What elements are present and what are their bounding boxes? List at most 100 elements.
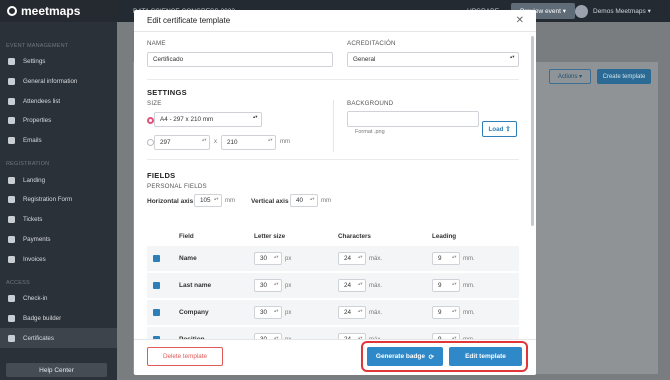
- sidebar-item-check-in[interactable]: Check-in: [0, 289, 117, 309]
- letter-size-input[interactable]: 30: [254, 252, 282, 265]
- custom-height-input[interactable]: 210: [221, 135, 276, 150]
- scrollbar[interactable]: [531, 36, 534, 226]
- field-name: Last name: [179, 282, 212, 289]
- field-checkbox[interactable]: [153, 309, 160, 316]
- sidebar-item-label: Check-in: [23, 295, 48, 303]
- actions-label: Actions: [557, 73, 578, 80]
- divider: [147, 159, 519, 160]
- edit-certificate-modal: Edit certificate template ✕ NAME Certifi…: [134, 10, 536, 375]
- max-unit: máx.: [369, 283, 383, 289]
- avatar: [575, 4, 588, 18]
- sidebar-item-properties[interactable]: Properties: [0, 111, 117, 131]
- vertical-divider: [333, 100, 334, 152]
- list-icon: [8, 117, 15, 125]
- sidebar-item-payments[interactable]: Payments: [0, 230, 117, 250]
- section-registration: REGISTRATION: [6, 161, 50, 168]
- create-template-button[interactable]: Create template: [597, 69, 651, 84]
- px-unit: px: [285, 256, 292, 262]
- horizontal-axis-input[interactable]: 105: [194, 194, 222, 207]
- modal-header: Edit certificate template ✕: [134, 10, 536, 32]
- info-icon: [8, 78, 15, 86]
- badge-icon: [8, 314, 15, 322]
- background-file-input[interactable]: [347, 111, 479, 127]
- letter-size-input[interactable]: 30: [254, 279, 282, 292]
- column-header-letter-size: Letter size: [254, 233, 286, 240]
- table-row: Name 30 px 24 máx. 9 mm.: [147, 246, 519, 271]
- letter-size-input[interactable]: 30: [254, 306, 282, 319]
- sidebar-item-label: Invoices: [23, 255, 46, 263]
- field-name: Name: [179, 255, 197, 262]
- vertical-axis-input[interactable]: 40: [290, 194, 318, 207]
- delete-template-button[interactable]: Delete template: [147, 347, 223, 366]
- sidebar-item-label: Landing: [23, 176, 46, 184]
- settings-title: SETTINGS: [147, 88, 187, 97]
- sidebar-item-settings[interactable]: Settings: [0, 52, 117, 72]
- sidebar-item-label: General information: [23, 78, 78, 86]
- user-name: Demos Meetmaps: [593, 7, 646, 15]
- characters-input[interactable]: 24: [338, 306, 366, 319]
- leading-input[interactable]: 9: [432, 306, 460, 319]
- sidebar-item-label: Registration Form: [23, 196, 73, 204]
- chevron-down-icon: ▾: [579, 74, 583, 80]
- sidebar-item-certificates[interactable]: Certificates: [0, 328, 117, 348]
- sidebar-item-badge-builder[interactable]: Badge builder: [0, 309, 117, 329]
- divider: [147, 79, 519, 80]
- sidebar-item-label: Settings: [23, 58, 46, 66]
- sidebar-item-attendees-list[interactable]: Attendees list: [0, 91, 117, 111]
- help-center-button[interactable]: Help Center: [6, 363, 107, 377]
- field-checkbox[interactable]: [153, 282, 160, 289]
- sidebar-item-tickets[interactable]: Tickets: [0, 210, 117, 230]
- sidebar-item-registration-form[interactable]: Registration Form: [0, 190, 117, 210]
- mm-unit: mm: [321, 198, 331, 204]
- upload-icon: ⇪: [505, 125, 511, 133]
- name-input[interactable]: Certificado: [147, 52, 333, 67]
- refresh-icon: ⟳: [428, 353, 435, 361]
- load-label: Load: [488, 125, 504, 133]
- logo-icon: [7, 6, 17, 16]
- chevron-down-icon: ▾: [562, 8, 566, 15]
- column-header-characters: Characters: [338, 233, 371, 240]
- custom-unit-label: mm: [280, 139, 290, 145]
- fields-title: FIELDS: [147, 171, 176, 180]
- accreditation-select[interactable]: General: [347, 52, 519, 67]
- brand-logo[interactable]: meetmaps: [0, 0, 117, 22]
- chevron-down-icon: ▾: [647, 8, 651, 15]
- custom-width-input[interactable]: 297: [154, 135, 210, 150]
- leading-input[interactable]: 9: [432, 252, 460, 265]
- sidebar-item-general-information[interactable]: General information: [0, 72, 117, 92]
- sidebar-item-emails[interactable]: Emails: [0, 131, 117, 151]
- size-preset-radio[interactable]: [147, 117, 154, 124]
- size-preset-select[interactable]: A4 - 297 x 210 mm: [154, 112, 262, 127]
- mm-unit: mm.: [463, 283, 475, 289]
- px-unit: px: [285, 310, 292, 316]
- mm-unit: mm.: [463, 256, 475, 262]
- actions-button[interactable]: Actions ▾: [549, 69, 591, 84]
- px-unit: px: [285, 283, 292, 289]
- invoice-icon: [8, 255, 15, 263]
- accreditation-label: ACREDITACIÓN: [347, 40, 396, 47]
- modal-title: Edit certificate template: [147, 16, 231, 25]
- column-header-field: Field: [179, 233, 194, 240]
- sidebar-item-invoices[interactable]: Invoices: [0, 249, 117, 269]
- edit-template-button[interactable]: Edit template: [449, 347, 522, 366]
- mm-unit: mm.: [463, 310, 475, 316]
- sidebar-item-label: Badge builder: [23, 314, 62, 322]
- custom-x-label: x: [214, 139, 217, 145]
- globe-icon: [8, 176, 15, 184]
- load-button[interactable]: Load ⇪: [482, 121, 517, 137]
- format-note: Format .png: [355, 129, 385, 135]
- sidebar-item-label: Certificates: [23, 334, 54, 342]
- generate-badge-button[interactable]: Generate badge ⟳: [367, 347, 443, 366]
- close-icon[interactable]: ✕: [516, 15, 524, 26]
- size-custom-radio[interactable]: [147, 139, 154, 146]
- mm-unit: mm: [225, 198, 235, 204]
- characters-input[interactable]: 24: [338, 252, 366, 265]
- column-header-leading: Leading: [432, 233, 457, 240]
- sidebar-item-label: Payments: [23, 235, 51, 243]
- name-label: NAME: [147, 40, 166, 47]
- field-checkbox[interactable]: [153, 255, 160, 262]
- leading-input[interactable]: 9: [432, 279, 460, 292]
- user-menu[interactable]: Demos Meetmaps ▾: [575, 4, 651, 18]
- characters-input[interactable]: 24: [338, 279, 366, 292]
- sidebar-item-landing[interactable]: Landing: [0, 170, 117, 190]
